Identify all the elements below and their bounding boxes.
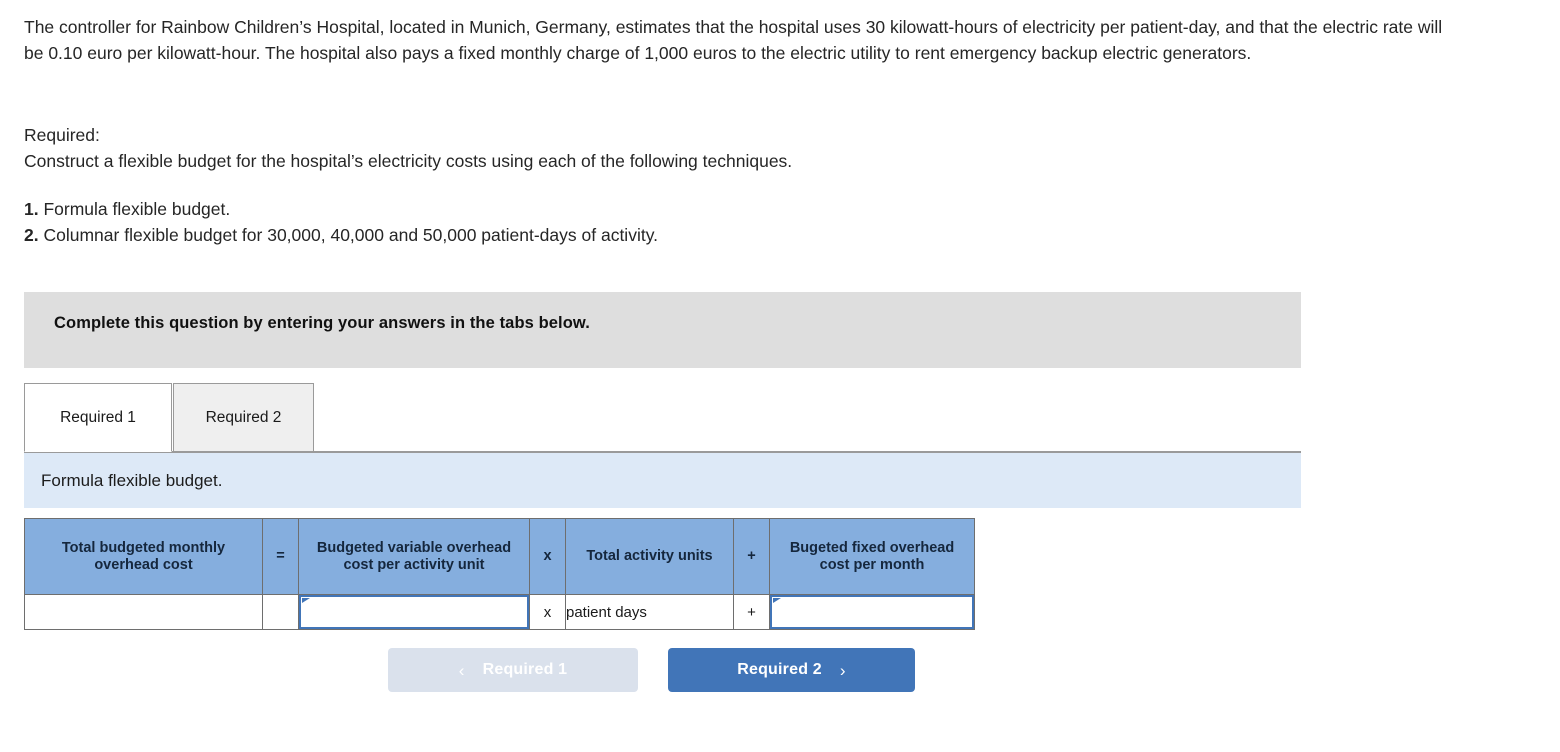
fixed-cost-per-month-input[interactable] [770, 595, 974, 629]
problem-statement: The controller for Rainbow Children’s Ho… [24, 17, 1443, 63]
total-budgeted-cost-input[interactable] [25, 595, 262, 629]
variable-cost-per-unit-input[interactable] [299, 595, 529, 629]
cell-multiply-operator: x [529, 594, 566, 630]
cell-equals-operator [262, 594, 299, 630]
instruction-banner: Complete this question by entering your … [24, 292, 1301, 368]
cell-fixed-cost-per-month[interactable] [769, 594, 975, 630]
required-item-1-text: Formula flexible budget. [43, 199, 231, 219]
next-required-2-label: Required 2 [737, 661, 822, 678]
table-row: x patient days + [24, 594, 975, 630]
cell-activity-units: patient days [565, 594, 734, 630]
cell-total-budgeted-cost[interactable] [24, 594, 263, 630]
tab-required-1[interactable]: Required 1 [24, 383, 172, 452]
comment-flag-icon [773, 598, 781, 608]
header-total-budgeted-cost: Total budgeted monthly overhead cost [24, 518, 263, 595]
required-label: Required: [24, 125, 100, 145]
tab-required-2[interactable]: Required 2 [173, 383, 314, 452]
tab-required-2-label: Required 2 [205, 408, 282, 426]
prev-required-1-label: Required 1 [482, 661, 568, 678]
tab-navigation: ‹ Required 1 Required 2 › [388, 648, 915, 692]
header-variable-cost-per-unit: Budgeted variable overhead cost per acti… [298, 518, 530, 595]
table-header-row: Total budgeted monthly overhead cost = B… [24, 518, 975, 595]
header-plus-operator: + [733, 518, 770, 595]
chevron-right-icon: › [839, 660, 846, 680]
required-description: Construct a flexible budget for the hosp… [24, 151, 793, 171]
required-block: Required: Construct a flexible budget fo… [24, 122, 1444, 248]
required-item-1: 1. Formula flexible budget. [24, 196, 1444, 222]
header-multiply-operator: x [529, 518, 566, 595]
tab-panel-header: Formula flexible budget. [24, 453, 1301, 508]
required-item-1-number: 1. [24, 199, 39, 219]
formula-flexible-budget-table: Total budgeted monthly overhead cost = B… [24, 518, 975, 630]
header-total-activity-units: Total activity units [565, 518, 734, 595]
cell-variable-cost-per-unit[interactable] [298, 594, 530, 630]
instruction-banner-text: Complete this question by entering your … [54, 314, 590, 332]
required-items: 1. Formula flexible budget. 2. Columnar … [24, 196, 1444, 248]
required-item-2: 2. Columnar flexible budget for 30,000, … [24, 222, 1444, 248]
tab-panel-header-text: Formula flexible budget. [41, 471, 223, 490]
chevron-left-icon: ‹ [458, 660, 465, 680]
cell-plus-operator: + [733, 594, 770, 630]
header-equals-operator: = [262, 518, 299, 595]
prev-required-1-button[interactable]: ‹ Required 1 [388, 648, 638, 692]
next-required-2-button[interactable]: Required 2 › [668, 648, 915, 692]
comment-flag-icon [302, 598, 310, 608]
header-fixed-cost-per-month: Bugeted fixed overhead cost per month [769, 518, 975, 595]
required-item-2-number: 2. [24, 225, 39, 245]
tab-required-1-label: Required 1 [60, 408, 136, 426]
required-item-2-text: Columnar flexible budget for 30,000, 40,… [43, 225, 659, 245]
